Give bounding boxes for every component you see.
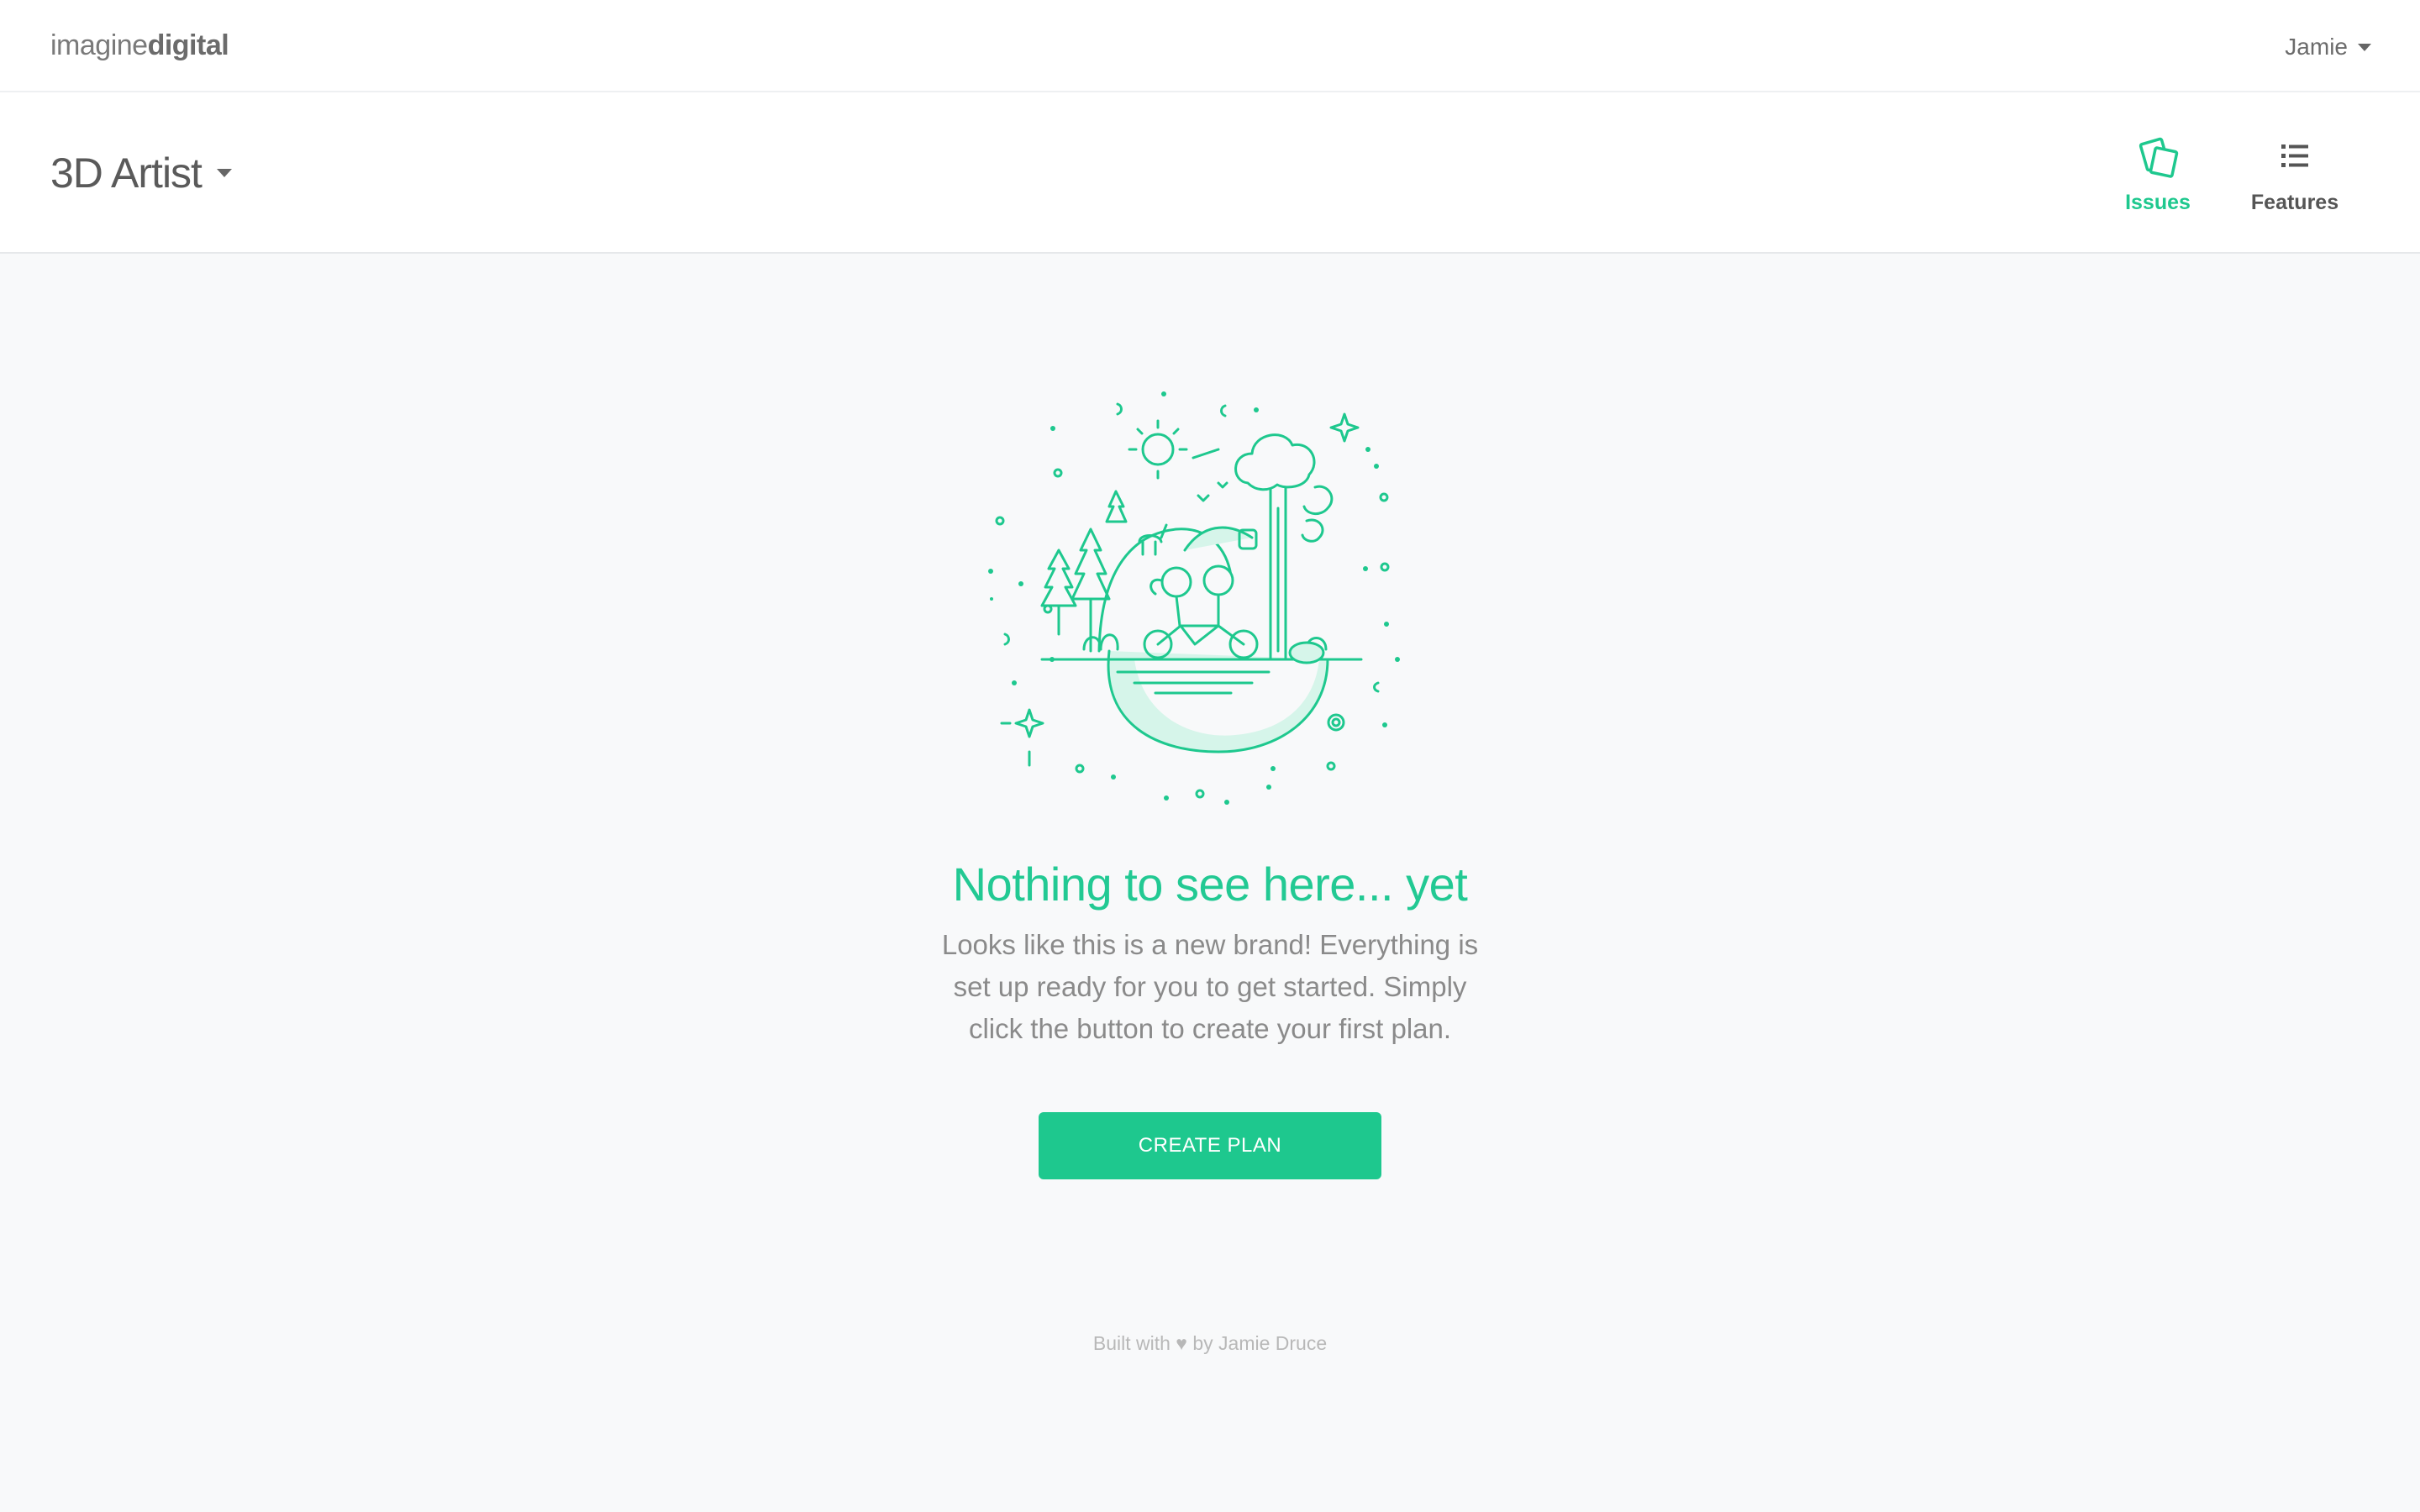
project-switcher[interactable]: 3D Artist xyxy=(50,148,232,198)
tab-features-label: Features xyxy=(2250,191,2339,214)
chevron-down-icon xyxy=(2358,43,2371,51)
create-plan-button[interactable]: CREATE PLAN xyxy=(1039,1112,1381,1179)
top-navbar: imaginedigital Jamie xyxy=(0,0,2420,92)
tab-issues-label: Issues xyxy=(2125,191,2191,214)
tandem-bike-nature-illustration xyxy=(988,391,1400,805)
empty-state-description: Looks like this is a new brand! Everythi… xyxy=(941,929,1479,1044)
issues-cards-icon xyxy=(2139,137,2179,178)
footer-text-after: by Jamie Druce xyxy=(1192,1332,1328,1354)
list-icon xyxy=(2281,144,2308,167)
chevron-down-icon xyxy=(216,169,232,177)
project-header: 3D Artist Issues Features xyxy=(0,92,2420,254)
empty-state-title: Nothing to see here... yet xyxy=(952,858,1468,911)
tab-issues[interactable]: Issues xyxy=(2095,133,2221,225)
footer-text-before: Built with xyxy=(1092,1332,1171,1354)
user-menu-dropdown[interactable]: Jamie xyxy=(2285,32,2371,62)
brand-logo[interactable]: imaginedigital xyxy=(50,29,229,62)
footer-credit: Built with ♥ by Jamie Druce xyxy=(0,1331,2420,1356)
logo-light-text: imagine xyxy=(50,29,148,61)
tab-features[interactable]: Features xyxy=(2232,133,2358,225)
user-name: Jamie xyxy=(2285,34,2348,60)
project-title: 3D Artist xyxy=(50,150,203,197)
logo-bold-text: digital xyxy=(147,29,229,61)
heart-icon: ♥ xyxy=(1176,1332,1187,1354)
